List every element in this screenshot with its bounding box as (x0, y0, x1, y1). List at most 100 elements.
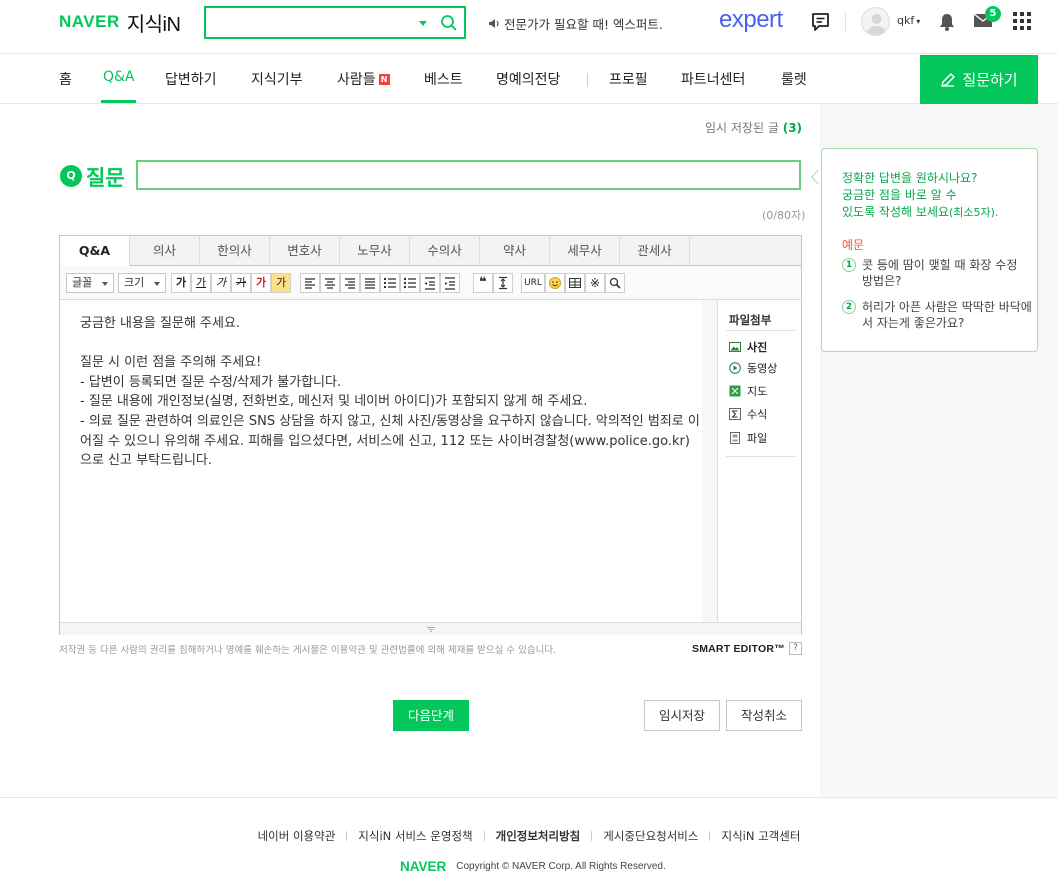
user-menu[interactable]: qkf ▾ (897, 14, 920, 27)
naver-kin-logo[interactable]: NAVER 지식iN (59, 11, 181, 36)
font-family-select[interactable]: 글꼴 (66, 273, 114, 293)
nav-profile[interactable]: 프로필 (609, 69, 648, 89)
expert-logo[interactable]: expert (719, 6, 783, 34)
align-left-icon[interactable] (300, 273, 320, 293)
temp-saved-count[interactable]: (3) (783, 121, 802, 135)
tab-veterinarian[interactable]: 수의사 (410, 236, 480, 266)
body-line[interactable]: 궁금한 내용을 질문해 주세요. (80, 314, 700, 334)
nav-partner-center[interactable]: 파트너센터 (681, 69, 745, 89)
tab-doctor[interactable]: 의사 (130, 236, 200, 266)
align-justify-icon[interactable] (360, 273, 380, 293)
bullet-list-icon[interactable] (400, 273, 420, 293)
body-line[interactable]: - 의료 질문 관련하여 의료인은 SNS 상담을 하지 않고, 신체 사진/동… (80, 412, 700, 471)
naver-logo[interactable]: NAVER (59, 12, 120, 32)
indent-icon[interactable] (440, 273, 460, 293)
attachment-title: 파일첨부 (729, 313, 772, 327)
footer-link-takedown[interactable]: 게시중단요청서비스 (603, 828, 698, 844)
attach-map-label[interactable]: 지도 (747, 383, 767, 399)
attach-video-button[interactable]: 동영상 (729, 360, 777, 376)
find-replace-icon[interactable] (605, 273, 625, 293)
avatar[interactable] (861, 7, 890, 36)
footer-naver-logo[interactable]: NAVER (400, 859, 446, 874)
nav-home[interactable]: 홈 (59, 69, 72, 89)
temp-save-button[interactable]: 임시저장 (644, 700, 720, 731)
tab-labor-attorney[interactable]: 노무사 (340, 236, 410, 266)
apps-grid-icon[interactable] (1013, 12, 1031, 30)
body-line[interactable]: - 질문 내용에 개인정보(실명, 전화번호, 메신저 및 네이버 아이디)가 … (80, 392, 700, 412)
attach-file-button[interactable]: 파일 (729, 430, 767, 446)
cancel-button[interactable]: 작성취소 (726, 700, 802, 731)
tab-qna[interactable]: Q&A (60, 236, 130, 267)
body-line[interactable]: 질문 시 이런 점을 주의해 주세요! (80, 353, 700, 373)
align-right-icon[interactable] (340, 273, 360, 293)
underline-button[interactable]: 가 (191, 273, 211, 293)
emoticon-icon[interactable] (545, 273, 565, 293)
next-step-button[interactable]: 다음단계 (393, 700, 469, 731)
tab-lawyer[interactable]: 변호사 (270, 236, 340, 266)
italic-button[interactable]: 가 (211, 273, 231, 293)
editor-body[interactable]: 궁금한 내용을 질문해 주세요. 질문 시 이런 점을 주의해 주세요! - 답… (80, 314, 700, 471)
footer-link-terms[interactable]: 네이버 이용약관 (258, 828, 336, 844)
nav-best[interactable]: 베스트 (424, 69, 463, 89)
search-icon[interactable] (440, 14, 458, 32)
nav-roulette[interactable]: 룰렛 (781, 69, 807, 89)
tab-pharmacist[interactable]: 약사 (480, 236, 550, 266)
body-line[interactable] (80, 334, 700, 354)
highlight-button[interactable]: 가 (271, 273, 291, 293)
font-size-label[interactable]: 크기 (124, 276, 144, 289)
numbered-list-icon[interactable] (380, 273, 400, 293)
attach-file-label[interactable]: 파일 (747, 430, 767, 446)
promo-text[interactable]: 전문가가 필요할 때! 엑스퍼트. (504, 14, 663, 33)
font-family-label[interactable]: 글꼴 (72, 276, 92, 289)
attach-formula-button[interactable]: 수식 (729, 406, 767, 422)
file-icon (729, 432, 741, 444)
align-center-icon[interactable] (320, 273, 340, 293)
footer-link-help-center[interactable]: 지식iN 고객센터 (721, 828, 800, 844)
font-color-button[interactable]: 가 (251, 273, 271, 293)
temp-saved-label[interactable]: 임시 저장된 글 (705, 121, 779, 135)
chat-icon[interactable] (810, 11, 831, 32)
attach-formula-label[interactable]: 수식 (747, 406, 767, 422)
line-height-icon[interactable] (493, 273, 513, 293)
attach-photo-label[interactable]: 사진 (747, 339, 767, 355)
font-size-select[interactable]: 크기 (118, 273, 166, 293)
outdent-icon[interactable] (420, 273, 440, 293)
nav-hall-of-fame[interactable]: 명예의전당 (496, 69, 560, 89)
nav-qna[interactable]: Q&A (103, 69, 135, 85)
editor-resize-handle[interactable] (60, 622, 801, 635)
help-button[interactable]: ? (789, 642, 802, 655)
tab-oriental-doctor[interactable]: 한의사 (200, 236, 270, 266)
question-title-input[interactable] (138, 162, 799, 188)
ask-question-label[interactable]: 질문하기 (962, 69, 1017, 90)
footer-link-privacy[interactable]: 개인정보처리방침 (496, 828, 581, 844)
nav-answer[interactable]: 답변하기 (165, 69, 217, 89)
tab-tax-accountant[interactable]: 세무사 (550, 236, 620, 266)
nav-people-label[interactable]: 사람들 (337, 72, 376, 88)
quote-icon[interactable]: ❝ (473, 273, 493, 293)
kin-logo[interactable]: 지식iN (127, 8, 181, 37)
attach-video-label[interactable]: 동영상 (747, 360, 777, 376)
question-title-field (136, 160, 801, 190)
special-char-icon[interactable]: ※ (585, 273, 605, 293)
user-menu-caret-icon: ▾ (916, 17, 921, 26)
attach-map-button[interactable]: 지도 (729, 383, 767, 399)
search-dropdown-icon[interactable] (419, 21, 427, 26)
tab-customs-broker[interactable]: 관세사 (620, 236, 690, 266)
search-input[interactable] (212, 12, 408, 33)
expert-promo[interactable]: 전문가가 필요할 때! 엑스퍼트. (488, 14, 663, 33)
attach-photo-button[interactable]: 사진 (729, 339, 767, 355)
bold-button[interactable]: 가 (171, 273, 191, 293)
main-nav: 홈 Q&A 답변하기 지식기부 사람들 N 베스트 명예의전당 프로필 파트너센터… (0, 55, 1058, 104)
footer-link-policy[interactable]: 지식iN 서비스 운영정책 (358, 828, 472, 844)
nav-active-indicator (101, 100, 136, 103)
table-icon[interactable] (565, 273, 585, 293)
username[interactable]: qkf (897, 14, 914, 27)
strikethrough-button[interactable]: 가 (231, 273, 251, 293)
temp-saved-link[interactable]: 임시 저장된 글 (3) (705, 119, 802, 136)
body-line[interactable]: - 답변이 등록되면 질문 수정/삭제가 불가합니다. (80, 373, 700, 393)
ask-question-button[interactable]: 질문하기 (920, 55, 1038, 104)
nav-donation[interactable]: 지식기부 (251, 69, 303, 89)
nav-people[interactable]: 사람들 N (337, 69, 390, 89)
bell-icon[interactable] (938, 12, 956, 32)
url-link-button[interactable]: URL (521, 273, 545, 293)
